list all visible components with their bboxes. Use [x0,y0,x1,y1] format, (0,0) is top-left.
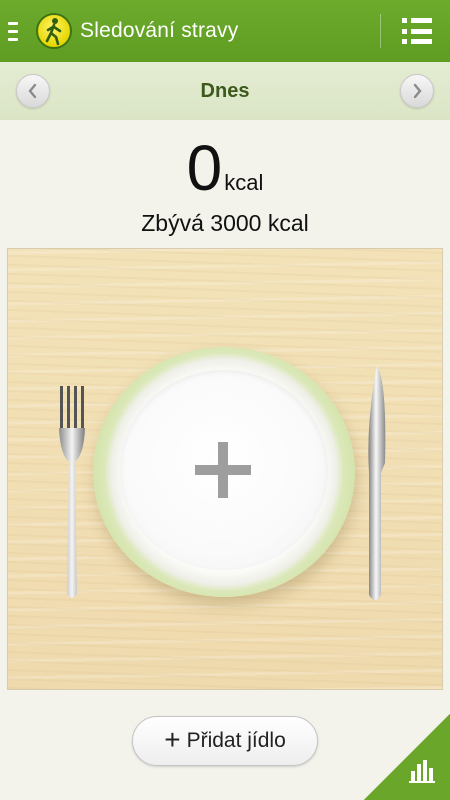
plus-icon-vertical [218,442,228,498]
add-food-label: Přidat jídlo [186,729,286,752]
next-day-button[interactable] [400,74,434,108]
app-title: Sledování stravy [80,19,239,42]
day-label: Dnes [200,79,250,102]
day-navigation: Dnes [0,62,450,120]
calorie-value: 0 [186,132,223,204]
drawer-indicator-icon[interactable] [8,16,30,46]
list-menu-icon[interactable] [402,18,432,44]
statistics-button[interactable] [364,714,450,800]
add-plus-sign: + [164,723,181,755]
walking-person-logo[interactable] [36,13,72,49]
remaining-calories: Zbývá 3000 kcal [141,210,309,236]
add-meal-plate[interactable] [93,347,355,597]
app-bar: Sledování stravy [0,0,450,62]
add-food-button[interactable]: + Přidat jídlo [132,716,318,766]
chevron-right-icon [413,83,422,99]
previous-day-button[interactable] [16,74,50,108]
meal-table-illustration [7,248,443,690]
appbar-divider [380,14,381,48]
knife-icon [368,365,386,600]
bar-chart-icon [409,760,435,783]
fork-icon [59,386,85,598]
calorie-total: 0 kcal [0,130,450,200]
chevron-left-icon [28,83,37,99]
calorie-unit: kcal [224,170,264,195]
